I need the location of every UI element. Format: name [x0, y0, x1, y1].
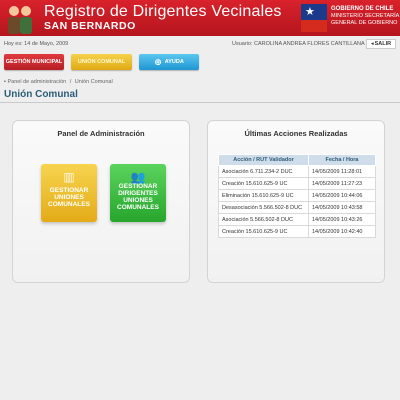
actions-panel: Últimas Acciones Realizadas Acción / RUT… [207, 120, 385, 283]
date-cell: 14/05/2009 10:43:26 [308, 213, 376, 226]
nav-ayuda[interactable]: ⊕ AYUDA [139, 54, 199, 70]
arrow-left-icon: ◂ [370, 41, 374, 47]
table-row: Asociación 6.711.234-2 DUC 14/05/2009 11… [218, 165, 376, 178]
column-header-accion: Acción / RUT Validador [218, 154, 309, 166]
table-row: Asociación 5.566.502-8 DUC 14/05/2009 10… [218, 213, 376, 226]
gobierno-text: GOBIERNO DE CHILE MINISTERIO SECRETARÍA … [331, 6, 400, 26]
action-cell: Creación 15.610.625-9 UC [218, 177, 309, 190]
current-date: Hoy es: 14 de Mayo, 2009 [4, 41, 69, 47]
main-nav: GESTIÓN MUNICIPAL UNIÓN COMUNAL ⊕ AYUDA [0, 52, 400, 72]
table-row: Creación 15.610.625-9 UC 14/05/2009 10:4… [218, 225, 376, 238]
help-icon: ⊕ [154, 57, 162, 67]
table-row: Eliminación 15.610.625-9 UC 14/05/2009 1… [218, 189, 376, 202]
gestionar-dirigentes-button[interactable]: 👥 GESTIONAR DIRIGENTES UNIONES COMUNALES [110, 164, 166, 222]
action-cell: Asociación 6.711.234-2 DUC [218, 165, 309, 178]
breadcrumb: ▪ Panel de administración / Unión Comuna… [4, 79, 113, 85]
date-cell: 14/05/2009 10:43:58 [308, 201, 376, 214]
table-row: Desasociación 5.566.502-8 DUC 14/05/2009… [218, 201, 376, 214]
divider [0, 102, 400, 103]
breadcrumb-current: Unión Comunal [74, 79, 113, 85]
building-icon: ▥ [63, 170, 75, 184]
app-subtitle: SAN BERNARDO [44, 20, 136, 32]
action-cell: Asociación 5.566.502-8 DUC [218, 213, 309, 226]
page-title: Unión Comunal [4, 89, 78, 100]
date-cell: 14/05/2009 10:44:06 [308, 189, 376, 202]
actions-table: Acción / RUT Validador Fecha / Hora Asoc… [218, 154, 376, 238]
breadcrumb-icon: ▪ [4, 79, 6, 85]
logout-button[interactable]: ◂ SALIR [366, 39, 396, 49]
header-banner: Registro de Dirigentes Vecinales SAN BER… [0, 0, 400, 36]
column-header-fecha: Fecha / Hora [308, 154, 376, 166]
breadcrumb-link-admin[interactable]: Panel de administración [7, 79, 66, 85]
action-cell: Eliminación 15.610.625-9 UC [218, 189, 309, 202]
admin-panel: Panel de Administración ▥ GESTIONAR UNIO… [12, 120, 190, 283]
action-cell: Desasociación 5.566.502-8 DUC [218, 201, 309, 214]
current-user: Usuario: CAROLINA ANDREA FLORES CANTILLA… [232, 41, 365, 47]
people-logo-icon [8, 6, 32, 34]
info-bar: Hoy es: 14 de Mayo, 2009 Usuario: CAROLI… [0, 38, 400, 50]
gestionar-uniones-button[interactable]: ▥ GESTIONAR UNIONES COMUNALES [41, 164, 97, 222]
date-cell: 14/05/2009 11:27:23 [308, 177, 376, 190]
people-icon: 👥 [130, 170, 146, 184]
date-cell: 14/05/2009 11:28:01 [308, 165, 376, 178]
admin-panel-title: Panel de Administración [57, 129, 145, 138]
actions-panel-title: Últimas Acciones Realizadas [244, 129, 348, 138]
app-title: Registro de Dirigentes Vecinales [44, 3, 282, 20]
table-row: Creación 15.610.625-9 UC 14/05/2009 11:2… [218, 177, 376, 190]
nav-gestion-municipal[interactable]: GESTIÓN MUNICIPAL [4, 54, 64, 70]
date-cell: 14/05/2009 10:42:40 [308, 225, 376, 238]
nav-union-comunal[interactable]: UNIÓN COMUNAL [71, 54, 132, 70]
action-cell: Creación 15.610.625-9 UC [218, 225, 309, 238]
table-header-row: Acción / RUT Validador Fecha / Hora [218, 154, 376, 166]
gobierno-chile-logo-icon: ★ [301, 4, 327, 32]
